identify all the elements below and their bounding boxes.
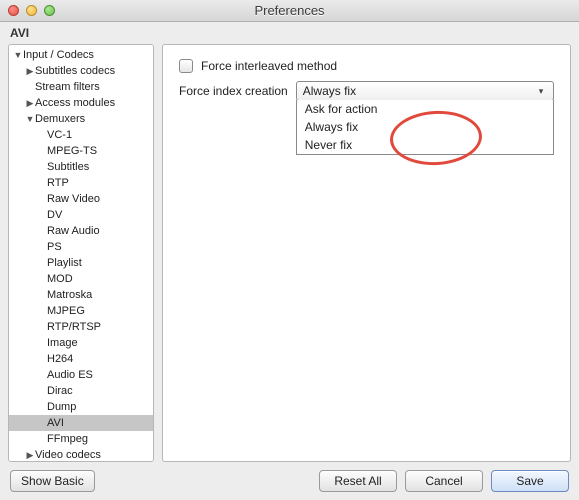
settings-panel: Force interleaved method Force index cre… [162, 44, 571, 462]
tree-item[interactable]: ▶Dirac [9, 383, 153, 399]
tree-item-label: Stream filters [35, 79, 100, 95]
tree-item[interactable]: ▼Input / Codecs [9, 47, 153, 63]
cancel-button[interactable]: Cancel [405, 470, 483, 492]
tree-item[interactable]: ▶RTP [9, 175, 153, 191]
tree-item[interactable]: ▶VC-1 [9, 127, 153, 143]
tree-item-label: Dump [47, 399, 76, 415]
force-index-row: Force index creation Always fix ▾ Ask fo… [179, 81, 554, 101]
tree-item-label: RTP/RTSP [47, 319, 101, 335]
tree-item-label: Access modules [35, 95, 115, 111]
disclosure-open-icon[interactable]: ▼ [25, 111, 35, 127]
tree-item[interactable]: ▶Matroska [9, 287, 153, 303]
chevron-down-icon: ▾ [533, 86, 549, 97]
zoom-icon[interactable] [44, 5, 55, 16]
tree-item[interactable]: ▶Playlist [9, 255, 153, 271]
tree-item[interactable]: ▶Subtitles [9, 159, 153, 175]
tree-item-label: MJPEG [47, 303, 85, 319]
tree-item-label: Video codecs [35, 447, 101, 462]
tree-item-label: Image [47, 335, 78, 351]
titlebar: Preferences [0, 0, 579, 22]
tree-item[interactable]: ▶Raw Video [9, 191, 153, 207]
tree-item[interactable]: ▶MPEG-TS [9, 143, 153, 159]
section-title: AVI [0, 22, 579, 44]
window-title: Preferences [0, 3, 579, 18]
force-index-label: Force index creation [179, 84, 288, 98]
tree-item[interactable]: ▼Demuxers [9, 111, 153, 127]
reset-all-button[interactable]: Reset All [319, 470, 397, 492]
content-area: ▼Input / Codecs▶Subtitles codecs▶Stream … [0, 44, 579, 462]
combo-option[interactable]: Never fix [297, 136, 553, 154]
tree-item-label: Raw Video [47, 191, 100, 207]
tree-item[interactable]: ▶AVI [9, 415, 153, 431]
combo-option[interactable]: Always fix [297, 118, 553, 136]
tree-item-label: MOD [47, 271, 73, 287]
tree-item[interactable]: ▶FFmpeg [9, 431, 153, 447]
save-button[interactable]: Save [491, 470, 569, 492]
tree-item-label: H264 [47, 351, 73, 367]
tree-item-label: VC-1 [47, 127, 72, 143]
combo-option[interactable]: Ask for action [297, 100, 553, 118]
disclosure-open-icon[interactable]: ▼ [13, 47, 23, 63]
show-basic-button[interactable]: Show Basic [10, 470, 95, 492]
tree-item[interactable]: ▶Image [9, 335, 153, 351]
tree-item[interactable]: ▶MJPEG [9, 303, 153, 319]
tree-item-label: AVI [47, 415, 64, 431]
tree-item[interactable]: ▶MOD [9, 271, 153, 287]
close-icon[interactable] [8, 5, 19, 16]
tree-item-label: Subtitles [47, 159, 89, 175]
tree-item-label: PS [47, 239, 62, 255]
combo-box[interactable]: Always fix ▾ [296, 81, 554, 101]
tree-item-label: Audio ES [47, 367, 93, 383]
tree-item-label: FFmpeg [47, 431, 88, 447]
tree-item[interactable]: ▶PS [9, 239, 153, 255]
traffic-lights [8, 5, 55, 16]
tree-item-label: DV [47, 207, 62, 223]
tree-item-label: Matroska [47, 287, 92, 303]
tree-item-label: Playlist [47, 255, 82, 271]
tree-item[interactable]: ▶Subtitles codecs [9, 63, 153, 79]
tree-item[interactable]: ▶RTP/RTSP [9, 319, 153, 335]
preferences-window: Preferences AVI ▼Input / Codecs▶Subtitle… [0, 0, 579, 500]
tree-item-label: Input / Codecs [23, 47, 94, 63]
tree-item[interactable]: ▶Stream filters [9, 79, 153, 95]
tree-item[interactable]: ▶Raw Audio [9, 223, 153, 239]
combo-dropdown: Ask for actionAlways fixNever fix [296, 100, 554, 155]
disclosure-closed-icon[interactable]: ▶ [25, 447, 35, 462]
disclosure-closed-icon[interactable]: ▶ [25, 63, 35, 79]
minimize-icon[interactable] [26, 5, 37, 16]
tree-item[interactable]: ▶Access modules [9, 95, 153, 111]
disclosure-closed-icon[interactable]: ▶ [25, 95, 35, 111]
tree-item-label: MPEG-TS [47, 143, 97, 159]
footer-buttons: Show Basic Reset All Cancel Save [0, 462, 579, 500]
combo-value: Always fix [303, 84, 356, 98]
category-tree[interactable]: ▼Input / Codecs▶Subtitles codecs▶Stream … [8, 44, 154, 462]
force-interleaved-row: Force interleaved method [179, 59, 554, 73]
force-interleaved-label: Force interleaved method [201, 59, 337, 73]
tree-item[interactable]: ▶DV [9, 207, 153, 223]
tree-item[interactable]: ▶H264 [9, 351, 153, 367]
tree-item-label: Dirac [47, 383, 73, 399]
tree-item[interactable]: ▶Video codecs [9, 447, 153, 462]
tree-item[interactable]: ▶Audio ES [9, 367, 153, 383]
tree-item-label: Raw Audio [47, 223, 100, 239]
force-interleaved-checkbox[interactable] [179, 59, 193, 73]
force-index-combo[interactable]: Always fix ▾ Ask for actionAlways fixNev… [296, 81, 554, 101]
tree-item-label: Demuxers [35, 111, 85, 127]
tree-item-label: Subtitles codecs [35, 63, 115, 79]
tree-item[interactable]: ▶Dump [9, 399, 153, 415]
tree-item-label: RTP [47, 175, 69, 191]
